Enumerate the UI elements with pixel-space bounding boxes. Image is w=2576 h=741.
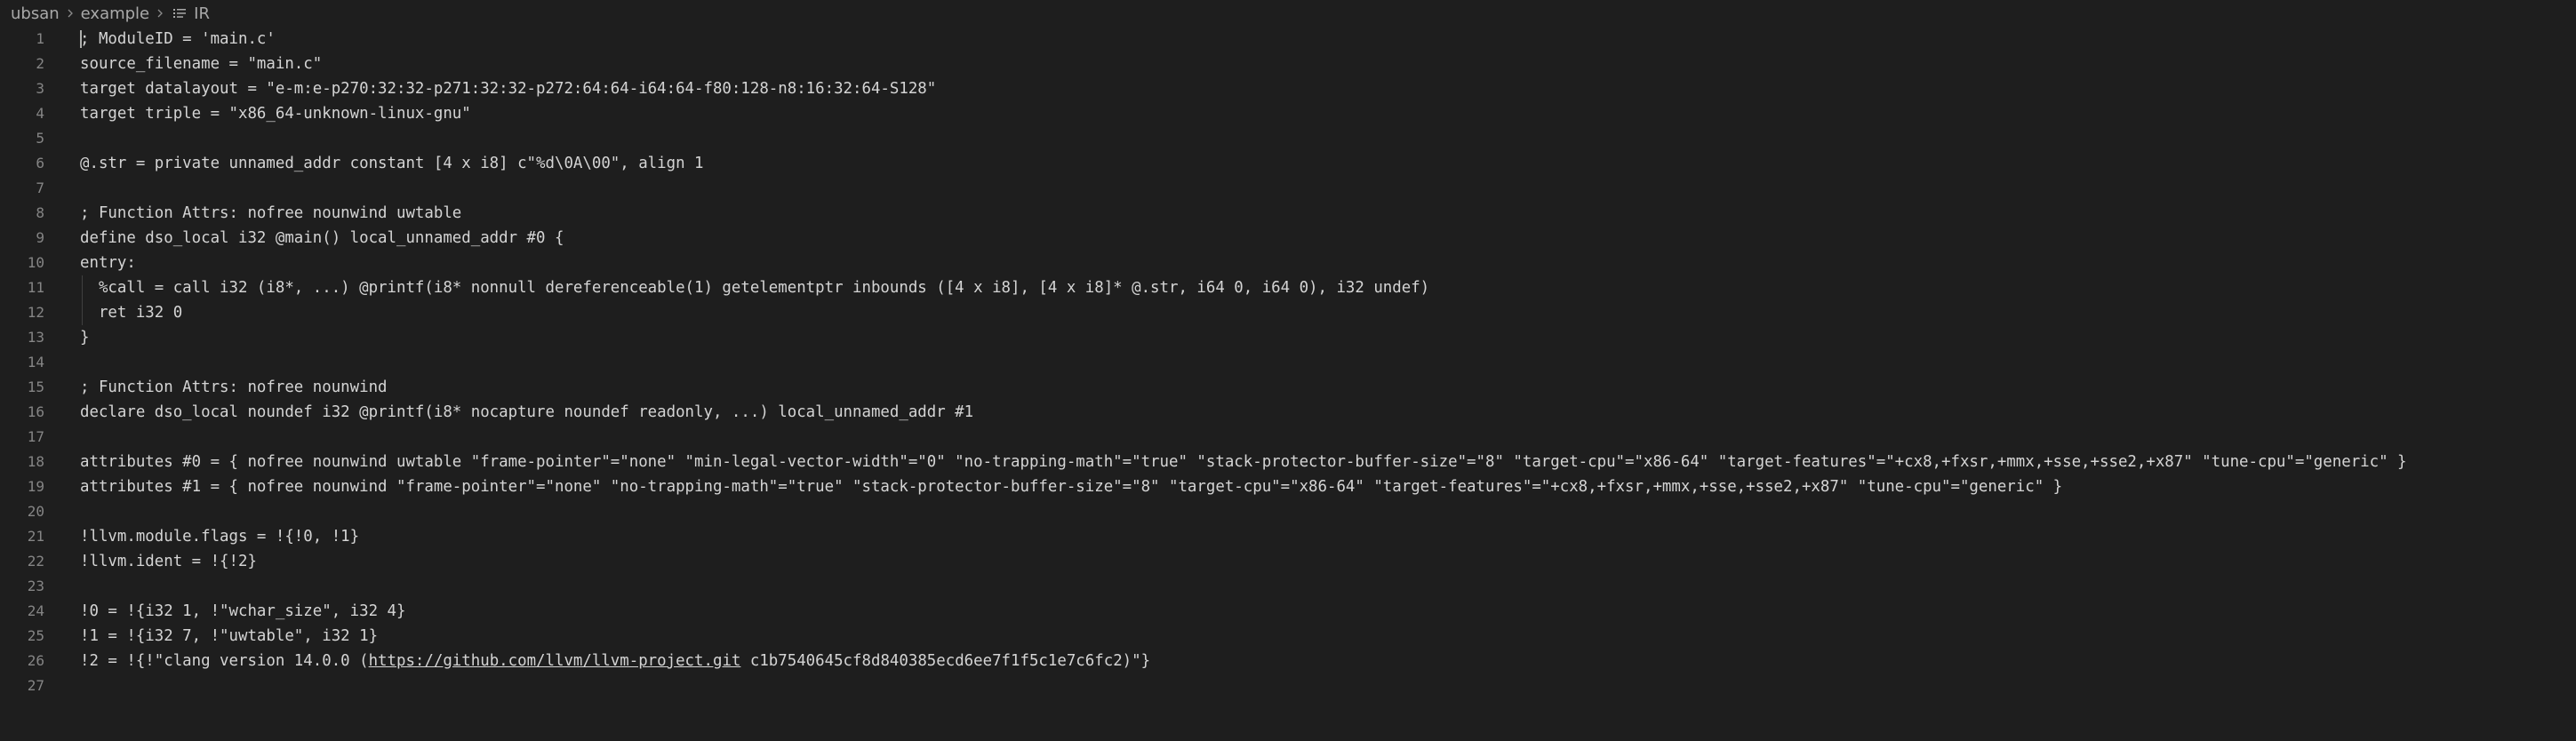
code-text: %call = call i32 (i8*, ...) @printf(i8* … xyxy=(80,279,1430,297)
line-number: 3 xyxy=(36,80,44,97)
line-number: 25 xyxy=(27,627,44,644)
code-line[interactable]: 19 attributes #1 = { nofree nounwind "fra… xyxy=(0,474,2576,499)
line-number: 4 xyxy=(36,105,44,122)
line-number: 22 xyxy=(27,553,44,570)
code-line[interactable]: 4 target triple = "x86_64-unknown-linux-g… xyxy=(0,101,2576,126)
code-line[interactable]: 15 ; Function Attrs: nofree nounwind xyxy=(0,375,2576,400)
line-number: 1 xyxy=(36,30,44,47)
code-line[interactable]: 21 !llvm.module.flags = !{!0, !1} xyxy=(0,524,2576,549)
code-line[interactable]: 16 declare dso_local noundef i32 @printf(… xyxy=(0,400,2576,425)
code-line[interactable]: 6 @.str = private unnamed_addr constant [… xyxy=(0,151,2576,176)
code-line[interactable]: 27 xyxy=(0,673,2576,698)
breadcrumb-item-ubsan[interactable]: ubsan xyxy=(11,4,60,23)
code-line[interactable]: 8 ; Function Attrs: nofree nounwind uwtab… xyxy=(0,201,2576,226)
line-number: 13 xyxy=(27,329,44,346)
breadcrumb-item-ir[interactable]: IR xyxy=(194,4,210,23)
repository-link[interactable]: https://github.com/llvm/llvm-project.git xyxy=(369,652,741,670)
code-text: define dso_local i32 @main() local_unnam… xyxy=(80,229,564,247)
code-line[interactable]: 7 xyxy=(0,176,2576,201)
code-text: !1 = !{i32 7, !"uwtable", i32 1} xyxy=(80,627,379,645)
code-text: ; Function Attrs: nofree nounwind xyxy=(80,378,388,396)
code-text: ; Function Attrs: nofree nounwind uwtabl… xyxy=(80,204,462,222)
code-line[interactable]: 18 attributes #0 = { nofree nounwind uwta… xyxy=(0,450,2576,474)
code-text: !2 = !{!"clang version 14.0.0 (https://g… xyxy=(80,652,1151,670)
line-number: 7 xyxy=(36,179,44,196)
code-line[interactable]: 2 source_filename = "main.c" xyxy=(0,52,2576,76)
code-line[interactable]: 13} xyxy=(0,325,2576,350)
code-line[interactable]: 3 target datalayout = "e-m:e-p270:32:32-p… xyxy=(0,76,2576,101)
list-icon xyxy=(171,4,188,22)
line-number: 27 xyxy=(27,677,44,694)
line-number: 12 xyxy=(27,304,44,321)
breadcrumb: ubsan example IR xyxy=(0,0,2576,27)
line-number: 10 xyxy=(27,254,44,271)
line-number: 16 xyxy=(27,403,44,420)
line-number: 26 xyxy=(27,652,44,669)
code-text: ; ModuleID = 'main.c' xyxy=(80,30,276,48)
code-line[interactable]: 12 ret i32 0 xyxy=(0,300,2576,325)
line-number: 14 xyxy=(27,354,44,370)
line-number: 9 xyxy=(36,229,44,246)
code-text: attributes #0 = { nofree nounwind uwtabl… xyxy=(80,453,2407,471)
code-text: !llvm.ident = !{!2} xyxy=(80,553,257,570)
code-text: @.str = private unnamed_addr constant [4… xyxy=(80,155,704,172)
code-line[interactable]: 25 !1 = !{i32 7, !"uwtable", i32 1} xyxy=(0,624,2576,649)
line-number: 11 xyxy=(27,279,44,296)
line-number: 17 xyxy=(27,428,44,445)
code-line[interactable]: 1 ; ModuleID = 'main.c' xyxy=(0,27,2576,52)
code-text: ret i32 0 xyxy=(80,304,183,322)
code-text: declare dso_local noundef i32 @printf(i8… xyxy=(80,403,974,421)
code-line[interactable]: 22 !llvm.ident = !{!2} xyxy=(0,549,2576,574)
line-number: 2 xyxy=(36,55,44,72)
text-cursor xyxy=(80,30,82,48)
code-editor[interactable]: 1 ; ModuleID = 'main.c' 2 source_filename =… xyxy=(0,27,2576,741)
code-text: target datalayout = "e-m:e-p270:32:32-p2… xyxy=(80,80,937,98)
line-number: 8 xyxy=(36,204,44,221)
code-line[interactable]: 24 !0 = !{i32 1, !"wchar_size", i32 4} xyxy=(0,599,2576,624)
code-line[interactable]: 11 %call = call i32 (i8*, ...) @printf(i… xyxy=(0,275,2576,300)
code-line[interactable]: 5 xyxy=(0,126,2576,151)
code-text: } xyxy=(80,329,90,347)
line-number: 23 xyxy=(27,578,44,594)
line-number: 15 xyxy=(27,378,44,395)
code-text: attributes #1 = { nofree nounwind "frame… xyxy=(80,478,2063,496)
line-number: 20 xyxy=(27,503,44,520)
code-line[interactable]: 23 xyxy=(0,574,2576,599)
code-text: !0 = !{i32 1, !"wchar_size", i32 4} xyxy=(80,602,406,620)
chevron-right-icon xyxy=(60,3,81,24)
code-line[interactable]: 10 entry: xyxy=(0,251,2576,275)
line-number: 19 xyxy=(27,478,44,495)
line-number: 24 xyxy=(27,602,44,619)
line-number: 21 xyxy=(27,528,44,545)
line-number: 5 xyxy=(36,130,44,147)
breadcrumb-item-example[interactable]: example xyxy=(81,4,149,23)
code-line[interactable]: 26 !2 = !{!"clang version 14.0.0 (https:/… xyxy=(0,649,2576,673)
code-text: !llvm.module.flags = !{!0, !1} xyxy=(80,528,360,546)
line-number: 6 xyxy=(36,155,44,171)
code-line[interactable]: 9 define dso_local i32 @main() local_unna… xyxy=(0,226,2576,251)
code-text: target triple = "x86_64-unknown-linux-gn… xyxy=(80,105,471,123)
editor-window: ubsan example IR 1 ; ModuleID = 'main.c' 2… xyxy=(0,0,2576,741)
code-line[interactable]: 14 xyxy=(0,350,2576,375)
code-line[interactable]: 17 xyxy=(0,425,2576,450)
code-text: entry: xyxy=(80,254,136,272)
code-line[interactable]: 20 xyxy=(0,499,2576,524)
chevron-right-icon xyxy=(149,3,171,24)
code-text: source_filename = "main.c" xyxy=(80,55,323,73)
line-number: 18 xyxy=(27,453,44,470)
